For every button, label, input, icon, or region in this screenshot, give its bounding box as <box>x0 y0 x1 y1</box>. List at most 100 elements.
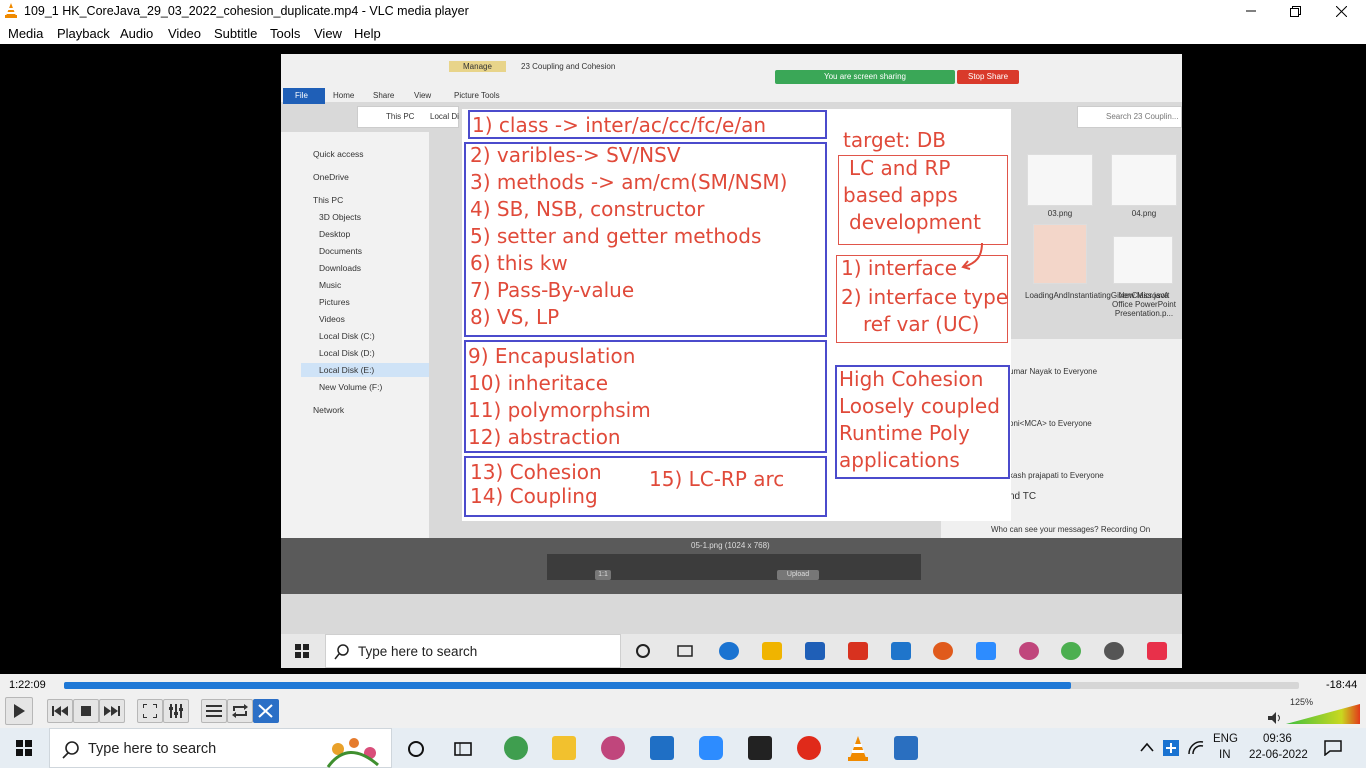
task-view-icon <box>677 645 693 657</box>
file-explorer-icon[interactable] <box>552 736 576 760</box>
chrome-icon[interactable] <box>504 736 528 760</box>
sidebar-item: Pictures <box>319 297 350 307</box>
language-region[interactable]: IN <box>1219 749 1231 761</box>
speaker-icon <box>1268 712 1280 724</box>
sidebar-item: New Volume (F:) <box>319 382 383 392</box>
volume-slider[interactable]: 125% <box>1268 697 1360 724</box>
seek-row: 1:22:09 -18:44 <box>0 674 1366 696</box>
minimize-icon <box>1246 10 1256 12</box>
app-icon <box>1147 642 1167 660</box>
add-icon[interactable] <box>1163 740 1179 756</box>
clock-date[interactable]: 22-06-2022 <box>1249 749 1308 761</box>
shared-taskbar: Type here to search <box>281 634 1182 668</box>
sidebar-item: Downloads <box>319 263 362 273</box>
note-line: 4) SB, NSB, constructor <box>470 197 705 221</box>
file-thumbnail <box>1113 236 1173 284</box>
task-view-icon[interactable] <box>454 740 472 758</box>
sidebar-item: 3D Objects <box>319 212 362 222</box>
edge-icon <box>719 642 739 660</box>
window-title: 109_1 HK_CoreJava_29_03_2022_cohesion_du… <box>24 4 469 18</box>
language-code[interactable]: ENG <box>1213 733 1238 745</box>
photo-caption: 05-1.png (1024 x 768) <box>691 541 770 550</box>
equalizer-icon <box>169 704 183 718</box>
address-local-disk: Local Di <box>430 112 459 121</box>
menu-media[interactable]: Media <box>8 26 43 41</box>
loop-button[interactable] <box>227 699 253 723</box>
windows-logo-icon <box>295 644 309 658</box>
seek-bar[interactable] <box>64 682 1299 689</box>
play-button[interactable] <box>5 697 33 725</box>
menu-subtitle[interactable]: Subtitle <box>214 26 257 41</box>
vlc-cone-icon <box>5 3 17 18</box>
close-button[interactable] <box>1318 0 1364 22</box>
extended-settings-button[interactable] <box>163 699 189 723</box>
chrome-icon <box>1061 642 1081 660</box>
screen-sharing-banner: You are screen sharing <box>775 70 955 84</box>
vlc-cone-icon[interactable] <box>846 736 870 762</box>
note-line: 2) varibles-> SV/NSV <box>470 143 681 167</box>
clock-time[interactable]: 09:36 <box>1263 733 1292 745</box>
note-line: based apps <box>843 183 958 207</box>
restore-button[interactable] <box>1272 0 1318 22</box>
chevron-up-icon[interactable] <box>1140 742 1154 752</box>
note-line: applications <box>839 448 960 472</box>
note-line: 2) interface type <box>841 285 1009 309</box>
menu-tools[interactable]: Tools <box>270 26 300 41</box>
file-thumbnail <box>1027 154 1093 206</box>
slide: 1) class -> inter/ac/cc/fc/e/an 2) varib… <box>462 109 1011 521</box>
photos-icon[interactable] <box>894 736 918 760</box>
photo-zoom-button: 1:1 <box>595 570 611 580</box>
stop-button[interactable] <box>73 699 99 723</box>
start-button[interactable] <box>0 728 48 768</box>
menu-video[interactable]: Video <box>168 26 201 41</box>
flowers-decoration-icon <box>326 738 379 768</box>
sidebar-item: This PC <box>313 195 344 205</box>
menu-audio[interactable]: Audio <box>120 26 153 41</box>
previous-icon <box>52 706 68 716</box>
previous-button[interactable] <box>47 699 73 723</box>
next-icon <box>104 706 120 716</box>
notifications-icon[interactable] <box>1324 740 1342 756</box>
zoom-icon[interactable] <box>699 736 723 760</box>
file-label: New Microsoft Office PowerPoint Presenta… <box>1112 291 1176 318</box>
elapsed-time[interactable]: 1:22:09 <box>9 679 46 691</box>
menu-view[interactable]: View <box>314 26 342 41</box>
explorer-sidebar <box>281 132 429 552</box>
recorder-icon <box>933 642 953 660</box>
playlist-icon <box>206 705 222 717</box>
minimize-button[interactable] <box>1228 0 1274 22</box>
note-line: 14) Coupling <box>470 484 598 508</box>
next-button[interactable] <box>99 699 125 723</box>
screen-recorder-icon[interactable] <box>797 736 821 760</box>
chat-line: umar Nayak to Everyone <box>1009 367 1098 376</box>
note-line: development <box>849 210 981 234</box>
snipping-tool-icon[interactable] <box>601 736 625 760</box>
fullscreen-button[interactable] <box>137 699 163 723</box>
search-icon <box>62 741 79 759</box>
menu-help[interactable]: Help <box>354 26 381 41</box>
sidebar-item: Local Disk (E:) <box>319 365 375 375</box>
taskbar-search-text: Type here to search <box>88 741 217 757</box>
store-icon[interactable] <box>650 736 674 760</box>
wifi-icon[interactable] <box>1188 741 1204 755</box>
chat-line: nd TC <box>1009 491 1037 502</box>
remaining-time[interactable]: -18:44 <box>1326 679 1357 691</box>
note-line: 5) setter and getter methods <box>470 224 762 248</box>
address-this-pc: This PC <box>386 112 415 121</box>
target-note: target: DB <box>843 128 947 152</box>
note-line: 3) methods -> am/cm(SM/NSM) <box>470 170 788 194</box>
taskbar-search-box[interactable]: Type here to search <box>49 728 392 768</box>
shuffle-button[interactable] <box>253 699 279 723</box>
sticky-notes-icon[interactable] <box>748 736 772 760</box>
ribbon-manage-tab: Manage <box>449 61 506 72</box>
snip-icon <box>1019 642 1039 660</box>
note-line: 9) Encapuslation <box>468 344 636 368</box>
explorer-address-bar: This PC Local Di <box>357 106 459 128</box>
mail-icon <box>891 642 911 660</box>
video-area[interactable]: Manage 23 Coupling and Cohesion You are … <box>0 44 1366 674</box>
playlist-button[interactable] <box>201 699 227 723</box>
cortana-icon[interactable] <box>407 740 425 758</box>
menu-playback[interactable]: Playback <box>57 26 110 41</box>
ribbon-file-tab: File <box>283 88 325 104</box>
cortana-icon <box>636 644 650 658</box>
